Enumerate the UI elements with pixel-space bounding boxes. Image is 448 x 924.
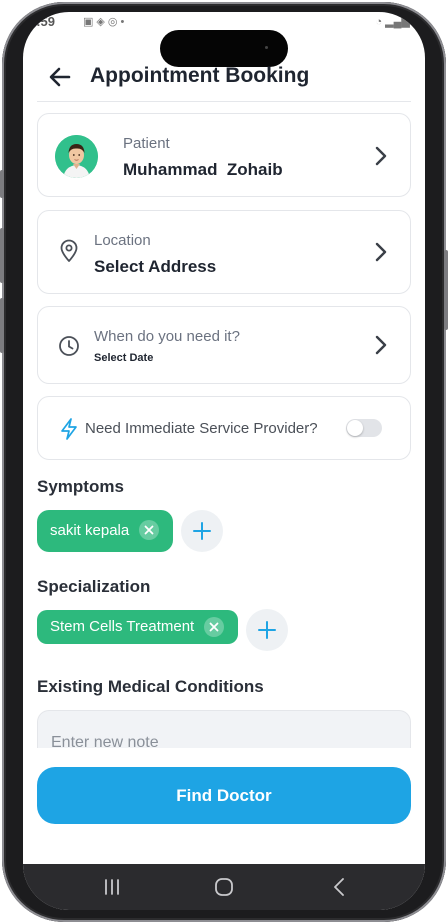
specialization-title: Specialization bbox=[37, 577, 151, 596]
chevron-right-icon bbox=[375, 146, 387, 166]
snapchat-icon: ◈ bbox=[96, 16, 108, 28]
location-value: Select Address bbox=[94, 257, 217, 276]
volume-up-button bbox=[0, 228, 4, 283]
back-arrow-icon[interactable] bbox=[47, 64, 73, 90]
date-card[interactable]: When do you need it? Select Date bbox=[37, 306, 411, 384]
page-title: Appointment Booking bbox=[90, 64, 310, 87]
location-label: Location bbox=[94, 232, 151, 249]
clock-icon bbox=[59, 336, 79, 356]
header: Appointment Booking bbox=[23, 60, 425, 100]
medical-conditions-title: Existing Medical Conditions bbox=[37, 677, 264, 696]
status-bar: 1:59 ▣◈◎• ◔ ▂▄▆ ▮ bbox=[23, 12, 425, 32]
immediate-service-card: Need Immediate Service Provider? bbox=[37, 396, 411, 460]
message-icon: ▣ bbox=[83, 16, 97, 28]
chevron-right-icon bbox=[375, 335, 387, 355]
screen: 1:59 ▣◈◎• ◔ ▂▄▆ ▮ Appointment Booking Pa… bbox=[23, 12, 425, 910]
patient-label: Patient bbox=[123, 135, 170, 152]
plus-icon bbox=[258, 621, 276, 639]
date-label: When do you need it? bbox=[94, 328, 240, 345]
close-icon bbox=[209, 622, 219, 632]
lightning-icon bbox=[61, 418, 77, 440]
chevron-right-icon bbox=[375, 242, 387, 262]
close-icon bbox=[144, 525, 154, 535]
immediate-service-label: Need Immediate Service Provider? bbox=[85, 420, 318, 437]
action-button bbox=[0, 170, 4, 198]
remove-chip-button[interactable] bbox=[139, 520, 159, 540]
back-icon[interactable] bbox=[328, 876, 352, 898]
symptom-chip-label: sakit kepala bbox=[50, 522, 130, 539]
symptom-chip[interactable]: sakit kepala bbox=[37, 510, 173, 552]
avatar bbox=[55, 135, 98, 178]
camera-dot bbox=[265, 46, 268, 49]
power-button bbox=[444, 250, 448, 330]
patient-name: Muhammad Zohaib bbox=[123, 160, 283, 179]
status-time: 1:59 bbox=[29, 14, 56, 29]
add-symptom-button[interactable] bbox=[181, 510, 223, 552]
symptoms-title: Symptoms bbox=[37, 477, 124, 496]
navigation-bar bbox=[23, 864, 425, 910]
date-value: Select Date bbox=[94, 352, 154, 364]
remove-chip-button[interactable] bbox=[204, 617, 224, 637]
system-icons: ◔ ▂▄▆ ▮ bbox=[375, 15, 419, 28]
battery-icon: ▮ bbox=[412, 16, 419, 28]
immediate-service-toggle[interactable] bbox=[346, 419, 382, 437]
plus-icon bbox=[193, 522, 211, 540]
home-icon[interactable] bbox=[212, 876, 236, 898]
header-divider bbox=[37, 101, 411, 102]
location-pin-icon bbox=[60, 239, 78, 262]
instagram-icon: ◎ bbox=[107, 16, 121, 28]
signal-icon: ▂▄▆ bbox=[385, 16, 410, 28]
add-specialization-button[interactable] bbox=[246, 609, 288, 651]
find-doctor-button[interactable]: Find Doctor bbox=[37, 767, 411, 824]
notification-icons: ▣◈◎• bbox=[83, 15, 127, 28]
wifi-icon: ◔ bbox=[375, 16, 383, 28]
volume-down-button bbox=[0, 298, 4, 353]
dot-icon: • bbox=[120, 16, 128, 28]
toggle-knob bbox=[347, 420, 363, 436]
specialization-chip[interactable]: Stem Cells Treatment bbox=[37, 610, 238, 644]
patient-card[interactable]: Patient Muhammad Zohaib bbox=[37, 113, 411, 197]
specialization-chip-label: Stem Cells Treatment bbox=[50, 618, 195, 635]
recent-apps-icon[interactable] bbox=[100, 876, 124, 898]
avatar-icon bbox=[55, 135, 98, 178]
location-card[interactable]: Location Select Address bbox=[37, 210, 411, 294]
